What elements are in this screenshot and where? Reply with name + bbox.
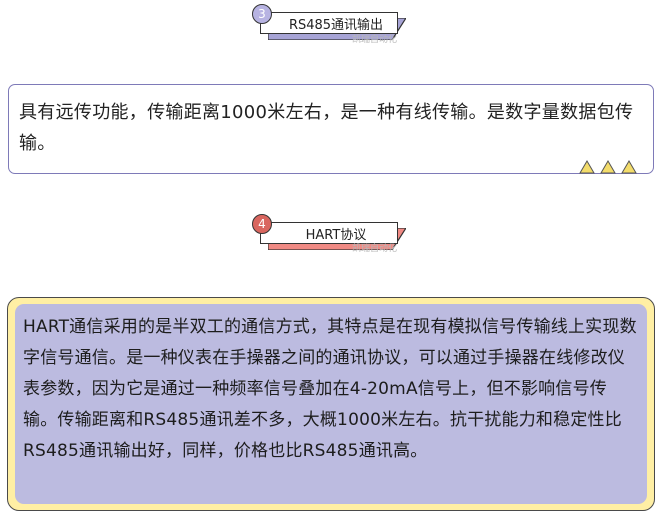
section-3-title: RS485通讯输出	[260, 12, 398, 34]
triangle-icon	[579, 160, 595, 174]
section-4-number-badge: 4	[252, 214, 272, 234]
hart-description-frame: HART通信采用的是半双工的通信方式，其特点是在现有模拟信号传输线上实现数字信号…	[7, 297, 655, 511]
rs485-description-box: 具有远传功能，传输距离1000米左右，是一种有线传输。是数字量数据包传输。	[8, 84, 654, 174]
rs485-description-text: 具有远传功能，传输距离1000米左右，是一种有线传输。是数字量数据包传输。	[19, 102, 634, 154]
triangle-icon	[621, 160, 637, 174]
hart-description-box: HART通信采用的是半双工的通信方式，其特点是在现有模拟信号传输线上实现数字信号…	[15, 304, 647, 504]
decorative-triangles	[579, 160, 637, 174]
hart-description-text: HART通信采用的是半双工的通信方式，其特点是在现有模拟信号传输线上实现数字信号…	[23, 317, 637, 461]
watermark-text: 凯瑞自动化	[352, 244, 398, 254]
triangle-icon	[600, 160, 616, 174]
section-3-number-badge: 3	[252, 4, 272, 24]
watermark-text: 凯瑞自动化	[352, 35, 398, 45]
document-page: RS485通讯输出 3 凯瑞自动化 具有远传功能，传输距离1000米左右，是一种…	[0, 0, 660, 520]
